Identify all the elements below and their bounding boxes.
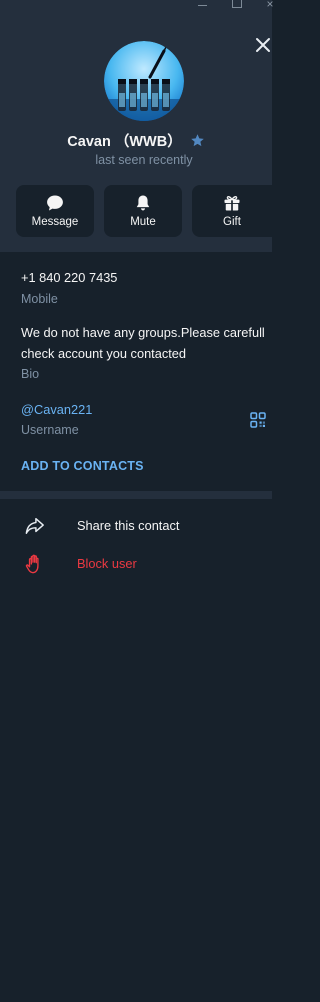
avatar-image (104, 41, 184, 121)
minimize-icon[interactable] (196, 0, 210, 12)
section-divider (0, 491, 272, 499)
maximize-icon[interactable] (230, 0, 244, 12)
action-buttons: Message Mute Gift (16, 185, 272, 237)
phone-label: Mobile (21, 292, 58, 306)
premium-star-icon[interactable] (190, 133, 205, 148)
profile-header: × Cavan （WWB） last seen recently Message… (0, 0, 274, 252)
close-icon[interactable] (252, 34, 274, 56)
message-label: Message (31, 216, 79, 228)
block-user-label: Block user (77, 556, 137, 571)
share-contact-item[interactable]: Share this contact (0, 508, 272, 544)
add-to-contacts-button[interactable]: ADD TO CONTACTS (21, 459, 144, 473)
message-button[interactable]: Message (16, 185, 94, 237)
share-arrow-icon (25, 518, 44, 534)
bio-text-line-2[interactable]: check account you contacted (21, 346, 186, 361)
avatar[interactable] (104, 41, 184, 121)
mute-label: Mute (130, 216, 156, 228)
window-close-icon[interactable]: × (263, 0, 277, 12)
profile-name-row: Cavan （WWB） (0, 130, 272, 151)
username-label: Username (21, 423, 79, 437)
gift-icon (224, 196, 240, 211)
qr-code-icon[interactable] (250, 412, 266, 428)
profile-name: Cavan （WWB） (67, 134, 182, 150)
gift-label: Gift (223, 216, 241, 228)
hand-stop-icon (25, 554, 39, 574)
mute-button[interactable]: Mute (104, 185, 182, 237)
gift-button[interactable]: Gift (192, 185, 272, 237)
bell-icon (136, 195, 150, 211)
profile-panel: × Cavan （WWB） last seen recently Message… (0, 0, 274, 1002)
block-user-item[interactable]: Block user (0, 546, 272, 582)
chat-bubble-icon (47, 195, 63, 211)
username[interactable]: @Cavan221 (21, 402, 92, 417)
bio-label: Bio (21, 367, 40, 381)
bio-text-line-1[interactable]: We do not have any groups.Please careful… (21, 325, 265, 340)
phone-number[interactable]: +1 840 220 7435 (21, 270, 117, 285)
share-contact-label: Share this contact (77, 518, 180, 533)
last-seen-status: last seen recently (95, 153, 193, 167)
